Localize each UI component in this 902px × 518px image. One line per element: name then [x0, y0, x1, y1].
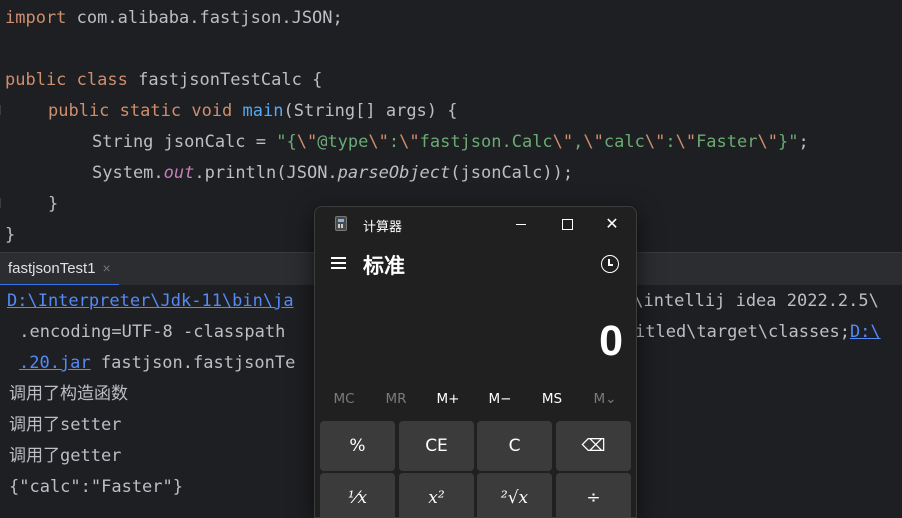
memory-row: MC MR M+ M− MS M⌄ [315, 391, 636, 413]
code-line-json-string: String jsonCalc = "{\"@type\":\"fastjson… [92, 132, 809, 152]
percent-button[interactable]: % [320, 421, 395, 471]
memory-list-button[interactable]: M⌄ [581, 391, 629, 407]
calculator-display: 0 [599, 317, 623, 365]
code-line-class: public class fastjsonTestCalc { [5, 70, 323, 90]
console-link[interactable]: D:\ [850, 322, 881, 342]
console-link[interactable]: .20.jar [19, 353, 91, 373]
close-icon[interactable]: × [103, 253, 111, 284]
square-button[interactable]: 𝑥² [399, 473, 474, 517]
minimize-icon [516, 223, 526, 225]
close-button[interactable]: ✕ [592, 211, 632, 237]
close-icon: ✕ [605, 214, 619, 233]
console-line: .20.jar fastjson.fastjsonTe [19, 353, 296, 373]
minimize-button[interactable] [501, 211, 541, 237]
memory-recall-button[interactable]: MR [372, 391, 420, 407]
clear-entry-button[interactable]: CE [399, 421, 474, 471]
console-line: itled\target\classes;D:\ [635, 322, 881, 342]
code-line-main: public static void main(String[] args) { [48, 101, 458, 121]
code-line-close-method: } [48, 194, 59, 214]
run-tab-label: fastjsonTest1 [8, 260, 96, 277]
mode-title: 标准 [363, 254, 405, 278]
backspace-button[interactable]: ⌫ [556, 421, 631, 471]
calculator-app-icon [335, 216, 347, 231]
console-link[interactable]: D:\Interpreter\Jdk-11\bin\ja [7, 291, 294, 311]
maximize-icon [561, 218, 573, 230]
divide-button[interactable]: ÷ [556, 473, 631, 517]
code-line-close-class: } [5, 225, 16, 245]
console-line: r\intellij idea 2022.2.5\ [623, 291, 879, 311]
calculator-titlebar[interactable]: 计算器 ✕ [315, 207, 636, 241]
memory-store-button[interactable]: MS [528, 391, 576, 407]
memory-add-button[interactable]: M+ [424, 391, 472, 407]
window-title: 计算器 [363, 220, 403, 235]
fold-marker[interactable] [0, 198, 6, 208]
console-line: D:\Interpreter\Jdk-11\bin\ja [7, 286, 294, 317]
run-tab[interactable]: fastjsonTest1 × [0, 253, 119, 286]
menu-icon[interactable] [331, 256, 347, 270]
reciprocal-button[interactable]: ¹⁄𝑥 [320, 473, 395, 517]
code-line-println: System.out.println(JSON.parseObject(json… [92, 163, 574, 183]
console-output-line: 调用了setter [9, 415, 122, 435]
clear-button[interactable]: C [477, 421, 552, 471]
console-output-line: 调用了getter [9, 446, 122, 466]
console-output-line: {"calc":"Faster"} [9, 477, 183, 497]
console-line: .encoding=UTF-8 -classpath [9, 322, 296, 342]
maximize-button[interactable] [547, 211, 587, 237]
console-output-line: 调用了构造函数 [9, 384, 128, 404]
square-root-button[interactable]: ²√𝑥 [477, 473, 552, 517]
calculator-window: 计算器 ✕ 标准 0 MC MR M+ M− MS M⌄ % CE C ⌫ ¹⁄… [314, 206, 637, 518]
fold-marker[interactable] [0, 105, 6, 115]
history-icon[interactable] [601, 255, 619, 273]
memory-subtract-button[interactable]: M− [476, 391, 524, 407]
memory-clear-button[interactable]: MC [320, 391, 368, 407]
code-line-import: import com.alibaba.fastjson.JSON; [5, 8, 343, 28]
